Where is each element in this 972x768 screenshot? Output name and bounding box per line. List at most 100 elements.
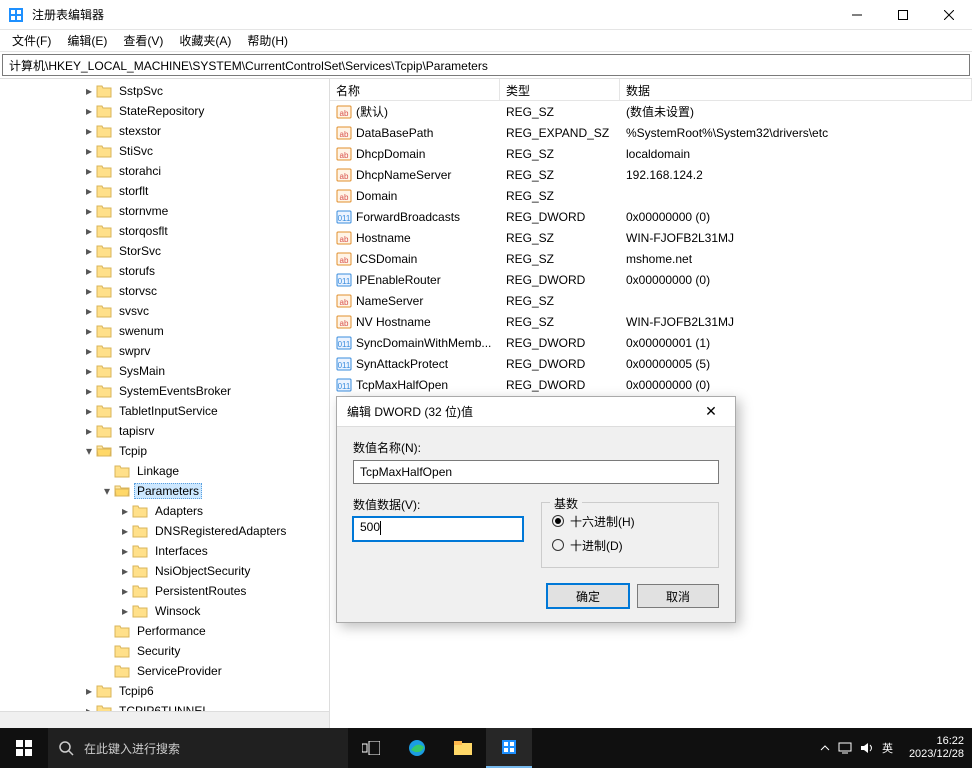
chevron-right-icon[interactable]: ▸ [82, 364, 96, 378]
chevron-right-icon[interactable]: ▸ [82, 304, 96, 318]
menu-edit[interactable]: 编辑(E) [59, 30, 115, 51]
value-name-input[interactable] [353, 460, 719, 484]
value-row[interactable]: 011ForwardBroadcastsREG_DWORD0x00000000 … [330, 206, 972, 227]
chevron-right-icon[interactable]: ▸ [118, 584, 132, 598]
value-row[interactable]: abNV HostnameREG_SZWIN-FJOFB2L31MJ [330, 311, 972, 332]
value-row[interactable]: 011SyncDomainWithMemb...REG_DWORD0x00000… [330, 332, 972, 353]
ok-button[interactable]: 确定 [547, 584, 629, 608]
tree-item[interactable]: Linkage [0, 461, 329, 481]
tree-item[interactable]: ▸SysMain [0, 361, 329, 381]
chevron-right-icon[interactable]: ▸ [82, 284, 96, 298]
chevron-right-icon[interactable]: ▸ [118, 564, 132, 578]
edge-icon[interactable] [394, 728, 440, 768]
value-row[interactable]: abDhcpNameServerREG_SZ192.168.124.2 [330, 164, 972, 185]
tree-item[interactable]: ▸stexstor [0, 121, 329, 141]
chevron-right-icon[interactable]: ▸ [82, 184, 96, 198]
system-tray[interactable]: 英 [812, 740, 901, 756]
chevron-right-icon[interactable]: ▸ [82, 324, 96, 338]
tree-item[interactable]: ▸StateRepository [0, 101, 329, 121]
chevron-right-icon[interactable]: ▸ [82, 204, 96, 218]
ime-indicator[interactable]: 英 [882, 740, 893, 756]
chevron-right-icon[interactable]: ▸ [82, 104, 96, 118]
chevron-right-icon[interactable]: ▸ [118, 604, 132, 618]
chevron-down-icon[interactable]: ▾ [100, 484, 114, 498]
tree-item[interactable]: ▸SystemEventsBroker [0, 381, 329, 401]
value-row[interactable]: abICSDomainREG_SZmshome.net [330, 248, 972, 269]
tree-item[interactable]: ▸DNSRegisteredAdapters [0, 521, 329, 541]
taskbar-clock[interactable]: 16:22 2023/12/28 [901, 735, 972, 761]
menu-file[interactable]: 文件(F) [4, 30, 59, 51]
chevron-right-icon[interactable]: ▸ [82, 124, 96, 138]
chevron-right-icon[interactable]: ▸ [82, 84, 96, 98]
tree-item[interactable]: ▾Parameters [0, 481, 329, 501]
col-data[interactable]: 数据 [620, 79, 972, 100]
chevron-right-icon[interactable]: ▸ [82, 164, 96, 178]
value-row[interactable]: 011SynAttackProtectREG_DWORD0x00000005 (… [330, 353, 972, 374]
tree-item[interactable]: ▸SstpSvc [0, 81, 329, 101]
radio-hex[interactable]: 十六进制(H) [552, 509, 708, 533]
value-row[interactable]: 011TcpMaxHalfOpenREG_DWORD0x00000000 (0) [330, 374, 972, 395]
tree-item[interactable]: ▸Winsock [0, 601, 329, 621]
chevron-down-icon[interactable]: ▾ [82, 444, 96, 458]
chevron-right-icon[interactable]: ▸ [82, 684, 96, 698]
address-bar[interactable]: 计算机\HKEY_LOCAL_MACHINE\SYSTEM\CurrentCon… [2, 54, 970, 76]
tree-item[interactable]: ▸tapisrv [0, 421, 329, 441]
tree-item[interactable]: ▸PersistentRoutes [0, 581, 329, 601]
value-row[interactable]: abDhcpDomainREG_SZlocaldomain [330, 143, 972, 164]
minimize-button[interactable] [834, 0, 880, 30]
tree-item[interactable]: ▸swprv [0, 341, 329, 361]
value-row[interactable]: abNameServerREG_SZ [330, 290, 972, 311]
tree-item[interactable]: Security [0, 641, 329, 661]
tree-item[interactable]: ▸storahci [0, 161, 329, 181]
dialog-close-button[interactable]: ✕ [697, 403, 725, 420]
col-type[interactable]: 类型 [500, 79, 620, 100]
radio-dec-button[interactable] [552, 539, 564, 551]
tree-item[interactable]: ▸stornvme [0, 201, 329, 221]
chevron-right-icon[interactable]: ▸ [82, 344, 96, 358]
tree-item[interactable]: ▸storufs [0, 261, 329, 281]
chevron-right-icon[interactable]: ▸ [118, 544, 132, 558]
chevron-right-icon[interactable]: ▸ [82, 424, 96, 438]
value-row[interactable]: ab(默认)REG_SZ(数值未设置) [330, 101, 972, 122]
tree-item[interactable]: ▸storvsc [0, 281, 329, 301]
menu-favorites[interactable]: 收藏夹(A) [171, 30, 239, 51]
dialog-titlebar[interactable]: 编辑 DWORD (32 位)值 ✕ [337, 397, 735, 427]
tree-item[interactable]: ▸storqosflt [0, 221, 329, 241]
value-row[interactable]: abHostnameREG_SZWIN-FJOFB2L31MJ [330, 227, 972, 248]
tree-item[interactable]: ▸svsvc [0, 301, 329, 321]
menu-help[interactable]: 帮助(H) [239, 30, 296, 51]
menu-view[interactable]: 查看(V) [115, 30, 171, 51]
chevron-right-icon[interactable]: ▸ [118, 504, 132, 518]
network-icon[interactable] [838, 742, 852, 754]
tree-item[interactable]: ▸Interfaces [0, 541, 329, 561]
tree-item[interactable]: ▸StiSvc [0, 141, 329, 161]
chevron-right-icon[interactable]: ▸ [82, 244, 96, 258]
value-row[interactable]: abDataBasePathREG_EXPAND_SZ%SystemRoot%\… [330, 122, 972, 143]
tree-item[interactable]: ServiceProvider [0, 661, 329, 681]
cancel-button[interactable]: 取消 [637, 584, 719, 608]
chevron-right-icon[interactable]: ▸ [82, 264, 96, 278]
tray-chevron-icon[interactable] [820, 743, 830, 753]
radio-dec[interactable]: 十进制(D) [552, 533, 708, 557]
tree-item[interactable]: ▸storflt [0, 181, 329, 201]
chevron-right-icon[interactable]: ▸ [82, 404, 96, 418]
volume-icon[interactable] [860, 742, 874, 754]
start-button[interactable] [0, 728, 48, 768]
tree-item[interactable]: Performance [0, 621, 329, 641]
chevron-right-icon[interactable]: ▸ [82, 384, 96, 398]
value-row[interactable]: abDomainREG_SZ [330, 185, 972, 206]
tree-item[interactable]: ▸NsiObjectSecurity [0, 561, 329, 581]
tree-item[interactable]: ▸Tcpip6 [0, 681, 329, 701]
taskview-icon[interactable] [348, 728, 394, 768]
taskbar-search[interactable]: 在此键入进行搜索 [48, 728, 348, 768]
tree-item[interactable]: ▸swenum [0, 321, 329, 341]
close-button[interactable] [926, 0, 972, 30]
tree-item[interactable]: ▸TabletInputService [0, 401, 329, 421]
horizontal-scrollbar[interactable] [0, 711, 329, 728]
chevron-right-icon[interactable]: ▸ [82, 144, 96, 158]
tree-panel[interactable]: ▸SstpSvc▸StateRepository▸stexstor▸StiSvc… [0, 79, 330, 728]
tree-item[interactable]: ▾Tcpip [0, 441, 329, 461]
value-row[interactable]: 011IPEnableRouterREG_DWORD0x00000000 (0) [330, 269, 972, 290]
tree-item[interactable]: ▸StorSvc [0, 241, 329, 261]
col-name[interactable]: 名称 [330, 79, 500, 100]
